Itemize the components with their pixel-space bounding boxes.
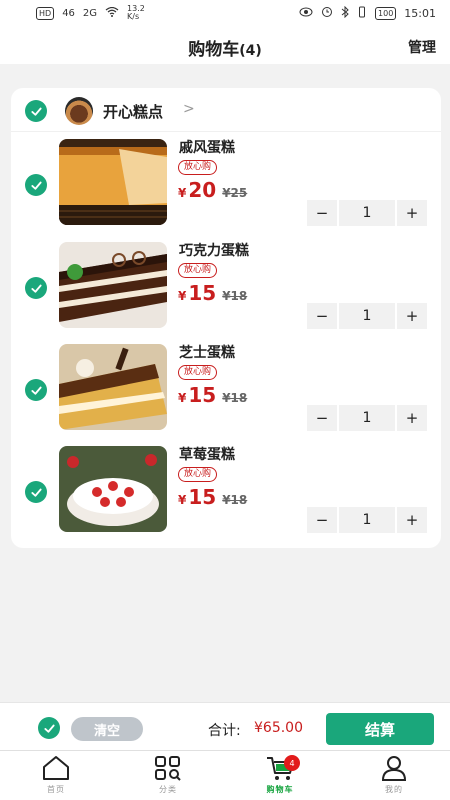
- vibrate-icon: [357, 6, 367, 21]
- eye-icon: [299, 7, 313, 20]
- decrease-button[interactable]: −: [307, 200, 337, 226]
- alarm-icon: [321, 6, 333, 21]
- signal-1: 46: [62, 7, 75, 19]
- checkout-bar: 清空 合计: ¥65.00 结算: [0, 702, 450, 750]
- original-price: ¥25: [222, 186, 248, 200]
- current-price: 15: [188, 485, 217, 509]
- quantity-stepper: − 1 +: [307, 507, 429, 533]
- product-name: 芝士蛋糕: [179, 345, 235, 361]
- currency-symbol: ¥: [178, 186, 187, 200]
- checkout-button[interactable]: 结算: [326, 713, 434, 745]
- cart-card: 开心糕点 > 戚风蛋糕 放心购 ¥ 20 ¥25 − 1 + 巧克力蛋糕 放心购…: [11, 88, 441, 548]
- item-select-checkbox[interactable]: [25, 174, 47, 196]
- price-block: ¥ 15 ¥18: [178, 281, 247, 305]
- quantity-stepper: − 1 +: [307, 200, 429, 226]
- currency-symbol: ¥: [178, 391, 187, 405]
- product-name: 巧克力蛋糕: [179, 243, 249, 259]
- product-name: 戚风蛋糕: [179, 140, 235, 156]
- net-speed: 13.2 K/s: [127, 4, 145, 21]
- cart-count: (4): [239, 43, 262, 59]
- shop-select-checkbox[interactable]: [25, 100, 47, 122]
- original-price: ¥18: [222, 493, 248, 507]
- total-amount: ¥65.00: [254, 720, 303, 736]
- battery-indicator: 100: [375, 6, 397, 20]
- select-all-checkbox[interactable]: [38, 717, 60, 739]
- product-image-strawberry[interactable]: [59, 446, 167, 532]
- tab-profile[interactable]: 我的: [364, 755, 424, 799]
- current-price: 15: [188, 383, 217, 407]
- clock: 15:01: [404, 6, 436, 20]
- assurance-badge: 放心购: [178, 467, 218, 482]
- original-price: ¥18: [222, 289, 248, 303]
- manage-button[interactable]: 管理: [408, 37, 436, 57]
- list-item: 芝士蛋糕 放心购 ¥ 15 ¥18 − 1 +: [11, 339, 441, 439]
- list-item: 戚风蛋糕 放心购 ¥ 20 ¥25 − 1 +: [11, 134, 441, 234]
- item-select-checkbox[interactable]: [25, 379, 47, 401]
- assurance-badge: 放心购: [178, 263, 218, 278]
- bottom-tab-bar: 首页 分类 4 购物车 我的: [0, 750, 450, 800]
- decrease-button[interactable]: −: [307, 507, 337, 533]
- quantity-stepper: − 1 +: [307, 405, 429, 431]
- assurance-badge: 放心购: [178, 160, 218, 175]
- increase-button[interactable]: +: [397, 303, 427, 329]
- page-title: 购物车(4): [0, 35, 450, 60]
- increase-button[interactable]: +: [397, 405, 427, 431]
- page-header: 购物车(4) 管理: [0, 26, 450, 64]
- list-item: 巧克力蛋糕 放心购 ¥ 15 ¥18 − 1 +: [11, 237, 441, 337]
- quantity-value[interactable]: 1: [339, 200, 395, 226]
- product-name: 草莓蛋糕: [179, 447, 235, 463]
- status-bar: HD 46 2G 13.2 K/s 100 15:01: [0, 0, 450, 26]
- quantity-stepper: − 1 +: [307, 303, 429, 329]
- assurance-badge: 放心购: [178, 365, 218, 380]
- original-price: ¥18: [222, 391, 248, 405]
- current-price: 15: [188, 281, 217, 305]
- price-block: ¥ 20 ¥25: [178, 178, 247, 202]
- price-block: ¥ 15 ¥18: [178, 383, 247, 407]
- list-item: 草莓蛋糕 放心购 ¥ 15 ¥18 − 1 +: [11, 441, 441, 541]
- tab-label: 我的: [385, 785, 403, 794]
- decrease-button[interactable]: −: [307, 303, 337, 329]
- tab-label: 首页: [47, 785, 65, 794]
- tab-cart[interactable]: 4 购物车: [250, 755, 310, 799]
- tab-home[interactable]: 首页: [26, 755, 86, 799]
- total-label: 合计:: [208, 723, 241, 739]
- tab-label: 分类: [159, 785, 177, 794]
- shop-row[interactable]: 开心糕点 >: [11, 88, 441, 132]
- cart-count-badge: 4: [284, 755, 300, 771]
- increase-button[interactable]: +: [397, 507, 427, 533]
- tab-category[interactable]: 分类: [138, 755, 198, 799]
- shop-logo: [65, 97, 93, 125]
- quantity-value[interactable]: 1: [339, 303, 395, 329]
- increase-button[interactable]: +: [397, 200, 427, 226]
- item-select-checkbox[interactable]: [25, 277, 47, 299]
- product-image-cheese[interactable]: [59, 344, 167, 430]
- product-image-chiffon[interactable]: [59, 139, 167, 225]
- tab-label: 购物车: [266, 785, 294, 794]
- bluetooth-icon: [341, 5, 349, 21]
- decrease-button[interactable]: −: [307, 405, 337, 431]
- item-select-checkbox[interactable]: [25, 481, 47, 503]
- currency-symbol: ¥: [178, 493, 187, 507]
- home-icon: [43, 756, 69, 780]
- currency-symbol: ¥: [178, 289, 187, 303]
- category-icon: [155, 756, 181, 781]
- shop-name[interactable]: 开心糕点: [103, 101, 163, 122]
- chevron-right-icon[interactable]: >: [183, 101, 195, 117]
- wifi-icon: [105, 6, 119, 20]
- price-block: ¥ 15 ¥18: [178, 485, 247, 509]
- quantity-value[interactable]: 1: [339, 405, 395, 431]
- title-text: 购物车: [188, 40, 240, 60]
- signal-2: 2G: [82, 7, 98, 19]
- hd-indicator: HD: [36, 6, 55, 20]
- user-icon: [381, 756, 407, 781]
- quantity-value[interactable]: 1: [339, 507, 395, 533]
- clear-cart-button[interactable]: 清空: [71, 717, 143, 741]
- current-price: 20: [188, 178, 217, 202]
- product-image-chocolate[interactable]: [59, 242, 167, 328]
